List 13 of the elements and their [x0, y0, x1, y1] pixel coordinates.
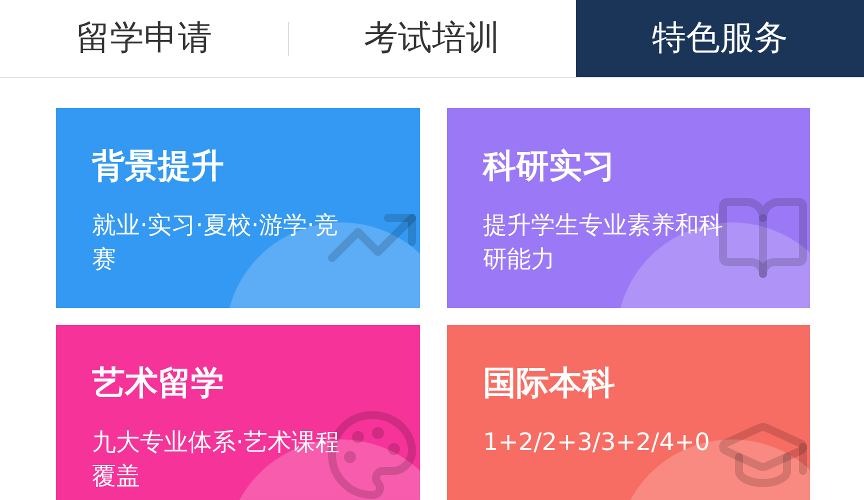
card-title: 科研实习	[483, 145, 616, 187]
card-title: 国际本科	[483, 362, 616, 404]
card-title: 背景提升	[92, 145, 225, 187]
card-title: 艺术留学	[92, 362, 225, 404]
tab[interactable]: 特色服务	[576, 0, 864, 77]
card-subtitle: 九大专业体系·艺术课程覆盖	[92, 427, 341, 492]
service-card[interactable]: 背景提升 就业·实习·夏校·游学·竞赛	[56, 108, 420, 308]
service-card[interactable]: 国际本科 1+2/2+3/3+2/4+0	[447, 325, 810, 500]
card-subtitle: 1+2/2+3/3+2/4+0	[483, 427, 710, 458]
service-card[interactable]: 艺术留学 九大专业体系·艺术课程覆盖	[56, 325, 420, 500]
card-subtitle: 提升学生专业素养和科研能力	[483, 210, 724, 275]
card-subtitle: 就业·实习·夏校·游学·竞赛	[92, 210, 340, 275]
service-card[interactable]: 科研实习 提升学生专业素养和科研能力	[447, 108, 810, 308]
